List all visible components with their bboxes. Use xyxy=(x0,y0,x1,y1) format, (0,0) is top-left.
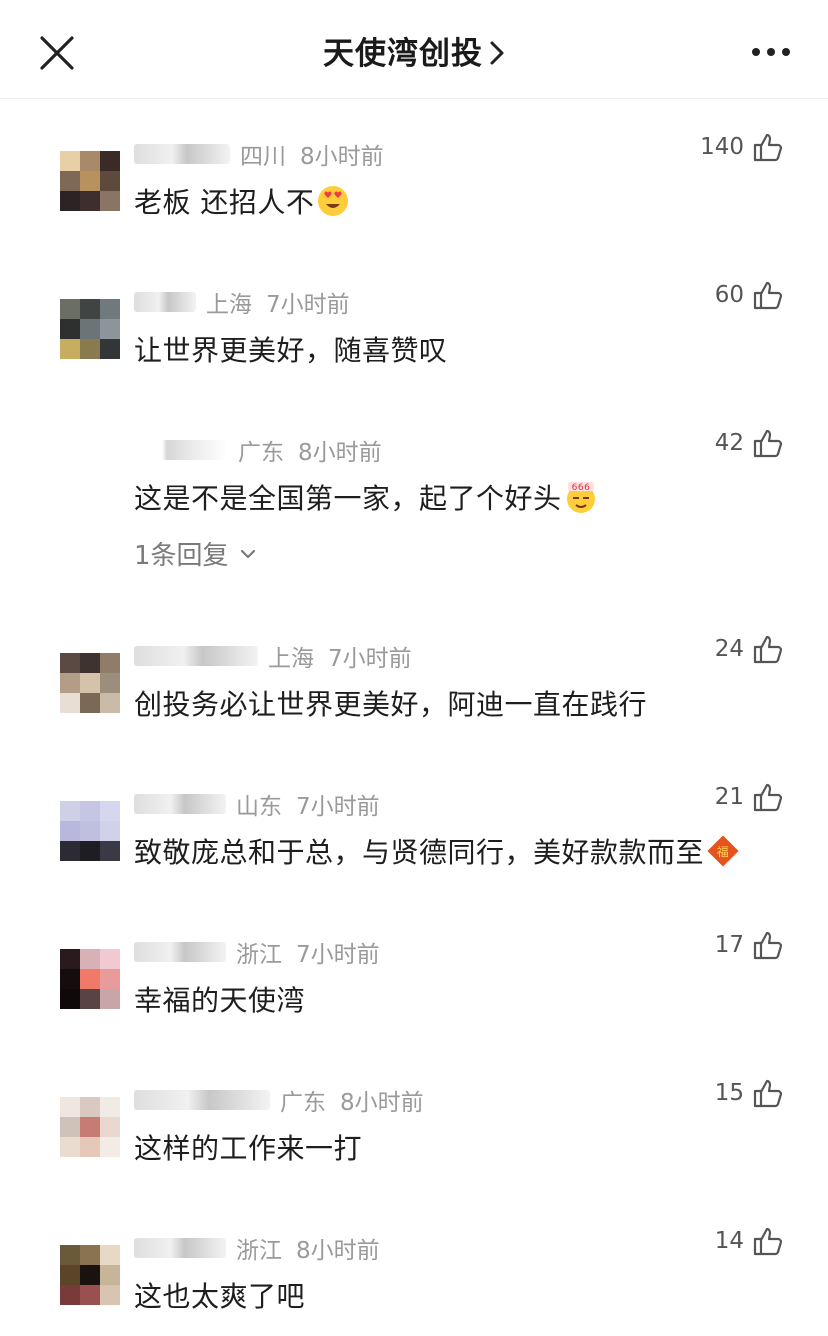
more-button[interactable] xyxy=(750,40,792,64)
comment-region: 浙江 xyxy=(236,942,282,968)
comment-time: 8小时前 xyxy=(340,1090,424,1116)
top-bar: 天使湾创投 xyxy=(0,0,828,99)
avatar[interactable] xyxy=(60,299,120,359)
like-button[interactable]: 14 xyxy=(715,1225,784,1257)
svg-text:666: 666 xyxy=(571,483,590,493)
thumbs-up-icon xyxy=(753,1079,783,1108)
comment-time: 7小时前 xyxy=(296,794,380,820)
comment-time: 7小时前 xyxy=(296,942,380,968)
thumbs-up-icon xyxy=(753,635,783,664)
username-blurred[interactable] xyxy=(134,1238,226,1258)
comment-meta: 浙江 7小时前 xyxy=(134,935,380,969)
avatar[interactable] xyxy=(60,801,120,861)
like-count: 17 xyxy=(714,932,744,958)
comment-meta: 四川 8小时前 xyxy=(134,137,384,171)
avatar[interactable] xyxy=(60,653,120,713)
comment-region: 上海 xyxy=(206,292,252,318)
comment-item: 上海 7小时前 让世界更美好，随喜赞叹 60 xyxy=(0,247,828,367)
comment-region: 上海 xyxy=(268,646,314,672)
comment-time: 8小时前 xyxy=(296,1238,380,1264)
comment-time: 8小时前 xyxy=(298,440,382,466)
comment-meta: 上海 7小时前 xyxy=(134,285,350,319)
like-count: 15 xyxy=(714,1080,744,1106)
avatar[interactable] xyxy=(60,151,120,211)
comment-item: 广东 8小时前 这是不是全国第一家，起了个好头 666 42 1条回复 xyxy=(0,395,828,595)
fu-emoji-icon: 福 xyxy=(707,835,739,867)
comment-region: 广东 xyxy=(280,1090,326,1116)
comment-meta: 浙江 8小时前 xyxy=(134,1231,380,1265)
chevron-right-icon xyxy=(490,41,504,64)
like-count: 14 xyxy=(714,1228,744,1254)
comment-item: 上海 7小时前 创投务必让世界更美好，阿迪一直在践行 24 xyxy=(0,601,828,721)
like-count: 60 xyxy=(714,282,744,308)
comment-text: 创投务必让世界更美好，阿迪一直在践行 xyxy=(134,688,648,721)
avatar[interactable] xyxy=(60,949,120,1009)
comment-item: 浙江 7小时前 幸福的天使湾 17 xyxy=(0,897,828,1017)
thumbs-up-icon xyxy=(753,931,783,960)
page-title-link[interactable]: 天使湾创投 xyxy=(0,28,828,73)
like-button[interactable]: 21 xyxy=(715,781,784,813)
comment-item: 四川 8小时前 老板 还招人不 140 xyxy=(0,99,828,219)
more-icon xyxy=(752,48,790,56)
like-button[interactable]: 15 xyxy=(715,1077,784,1109)
view-replies-button[interactable]: 1条回复 xyxy=(134,535,257,572)
like-count: 21 xyxy=(714,784,744,810)
comment-text: 致敬庞总和于总，与贤德同行，美好款款而至 福 xyxy=(134,831,740,871)
thumbs-up-icon xyxy=(753,783,783,812)
username-blurred[interactable] xyxy=(134,646,258,666)
comment-text: 老板 还招人不 xyxy=(134,181,350,221)
like-count: 24 xyxy=(714,636,744,662)
comment-text: 这样的工作来一打 xyxy=(134,1132,363,1165)
comment-region: 四川 xyxy=(240,144,286,170)
comment-item: 广东 8小时前 这样的工作来一打 15 xyxy=(0,1045,828,1165)
comment-time: 8小时前 xyxy=(300,144,384,170)
like-button[interactable]: 42 xyxy=(715,427,784,459)
replies-label: 1条回复 xyxy=(134,541,229,571)
like-count: 140 xyxy=(700,134,744,160)
comment-meta: 广东 8小时前 xyxy=(134,1083,424,1117)
username-blurred[interactable] xyxy=(134,440,228,460)
comment-text: 这也太爽了吧 xyxy=(134,1280,306,1313)
heart-eyes-emoji-icon xyxy=(318,186,349,216)
comment-text: 让世界更美好，随喜赞叹 xyxy=(134,334,448,367)
comment-text: 这是不是全国第一家，起了个好头 666 xyxy=(134,477,598,517)
comment-meta: 上海 7小时前 xyxy=(134,639,412,673)
comment-time: 7小时前 xyxy=(328,646,412,672)
avatar[interactable] xyxy=(60,1097,120,1157)
like-button[interactable]: 24 xyxy=(715,633,784,665)
svg-text:福: 福 xyxy=(717,844,730,859)
thumbs-up-icon xyxy=(753,429,783,458)
comment-region: 山东 xyxy=(236,794,282,820)
like-button[interactable]: 140 xyxy=(700,131,784,163)
avatar[interactable] xyxy=(60,1245,120,1305)
thumbs-up-icon xyxy=(753,281,783,310)
comment-region: 浙江 xyxy=(236,1238,282,1264)
666-emoji-icon: 666 xyxy=(566,482,595,513)
avatar[interactable] xyxy=(60,447,120,507)
comment-body: 致敬庞总和于总，与贤德同行，美好款款而至 xyxy=(134,836,705,869)
username-blurred[interactable] xyxy=(134,1090,270,1110)
thumbs-up-icon xyxy=(753,1227,783,1256)
like-button[interactable]: 60 xyxy=(715,279,784,311)
comment-text: 幸福的天使湾 xyxy=(134,984,306,1017)
username-blurred[interactable] xyxy=(134,942,226,962)
like-button[interactable]: 17 xyxy=(715,929,784,961)
thumbs-up-icon xyxy=(753,133,783,162)
comment-item: 浙江 8小时前 这也太爽了吧 14 xyxy=(0,1193,828,1313)
chevron-down-icon xyxy=(240,549,255,558)
username-blurred[interactable] xyxy=(134,292,196,312)
username-blurred[interactable] xyxy=(134,144,230,164)
comment-region: 广东 xyxy=(238,440,284,466)
comment-item: 山东 7小时前 致敬庞总和于总，与贤德同行，美好款款而至 福 21 xyxy=(0,749,828,869)
comment-body: 这是不是全国第一家，起了个好头 xyxy=(134,482,562,515)
comment-body: 老板 还招人不 xyxy=(134,186,315,219)
like-count: 42 xyxy=(714,430,744,456)
username-blurred[interactable] xyxy=(134,794,226,814)
comment-meta: 广东 8小时前 xyxy=(134,433,382,467)
comment-time: 7小时前 xyxy=(266,292,350,318)
comment-meta: 山东 7小时前 xyxy=(134,787,380,821)
page-title: 天使湾创投 xyxy=(323,36,483,72)
